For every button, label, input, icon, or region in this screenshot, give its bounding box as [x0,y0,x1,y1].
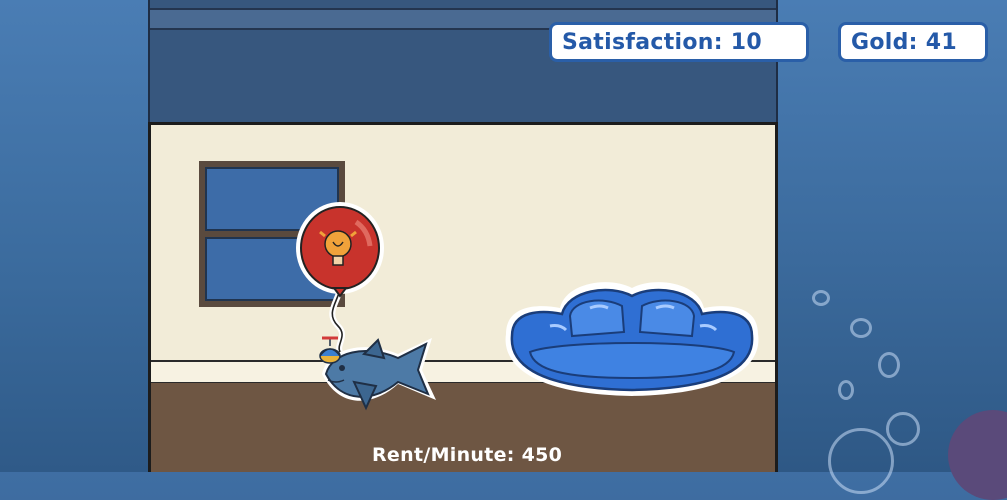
rent-per-minute-label: Rent/Minute: 450 [372,444,563,466]
bubble-decoration [850,318,872,338]
satisfaction-display: Satisfaction: 10 [549,22,809,62]
ocean-background-right [778,0,1007,500]
bubble-decoration [838,380,854,400]
bubble-decoration [828,428,894,494]
roof [148,0,778,124]
satisfaction-label: Satisfaction: 10 [562,29,763,55]
ocean-background-left [0,0,150,472]
sofa-icon[interactable] [500,274,764,398]
bubble-decoration [812,290,830,306]
fish-icon[interactable] [314,330,440,412]
gold-label: Gold: 41 [851,29,957,55]
propeller-hat-icon [319,336,341,364]
gold-display: Gold: 41 [838,22,988,62]
bubble-decoration [886,412,920,446]
roof-line [150,8,776,10]
corner-shape [948,410,1007,500]
bubble-decoration [878,352,900,378]
